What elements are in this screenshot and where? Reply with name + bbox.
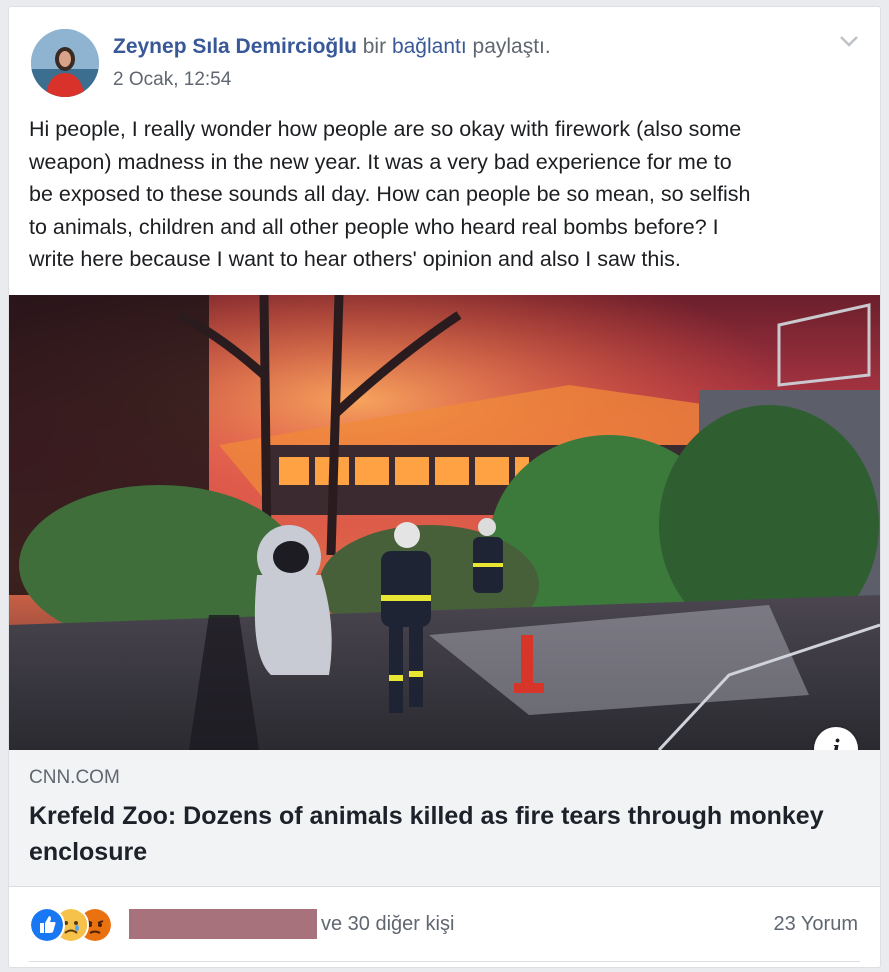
divider [29, 961, 860, 962]
reaction-summary[interactable] [29, 907, 129, 943]
author-avatar[interactable] [31, 29, 99, 97]
link-preview-caption[interactable]: CNN.COM Krefeld Zoo: Dozens of animals k… [9, 750, 880, 887]
post-header: Zeynep Sıla Demircioğlu bir bağlantı pay… [9, 7, 880, 107]
chevron-down-icon[interactable] [838, 33, 860, 49]
link-domain: CNN.COM [29, 767, 120, 788]
post-byline: Zeynep Sıla Demircioğlu bir bağlantı pay… [113, 35, 551, 59]
shared-link-word[interactable]: bağlantı [392, 35, 467, 58]
redacted-names [129, 909, 317, 939]
action-prefix: bir [362, 35, 387, 58]
avatar-photo [31, 29, 99, 97]
post-card: Zeynep Sıla Demircioğlu bir bağlantı pay… [8, 6, 881, 968]
post-text-line: weapon) madness in the new year. It was … [29, 149, 732, 174]
author-name-link[interactable]: Zeynep Sıla Demircioğlu [113, 35, 357, 58]
post-timestamp[interactable]: 2 Ocak, 12:54 [113, 69, 231, 91]
post-text-line: write here because I want to hear others… [29, 247, 681, 272]
action-suffix: paylaştı. [472, 35, 551, 58]
link-preview-image[interactable] [9, 295, 880, 750]
reaction-others-text[interactable]: ve 30 diğer kişi [321, 913, 454, 936]
post-text-line: to animals, children and all other peopl… [29, 214, 719, 239]
zoo-fire-photo [9, 295, 880, 750]
post-text-line: Hi people, I really wonder how people ar… [29, 117, 742, 141]
post-text-line: be exposed to these sounds all day. How … [29, 182, 751, 207]
post-body: Hi people, I really wonder how people ar… [29, 113, 859, 276]
comment-count[interactable]: 23 Yorum [773, 913, 858, 936]
like-icon [29, 907, 65, 943]
post-footer: ve 30 diğer kişi 23 Yorum [9, 887, 880, 967]
link-title[interactable]: Krefeld Zoo: Dozens of animals killed as… [29, 798, 849, 870]
